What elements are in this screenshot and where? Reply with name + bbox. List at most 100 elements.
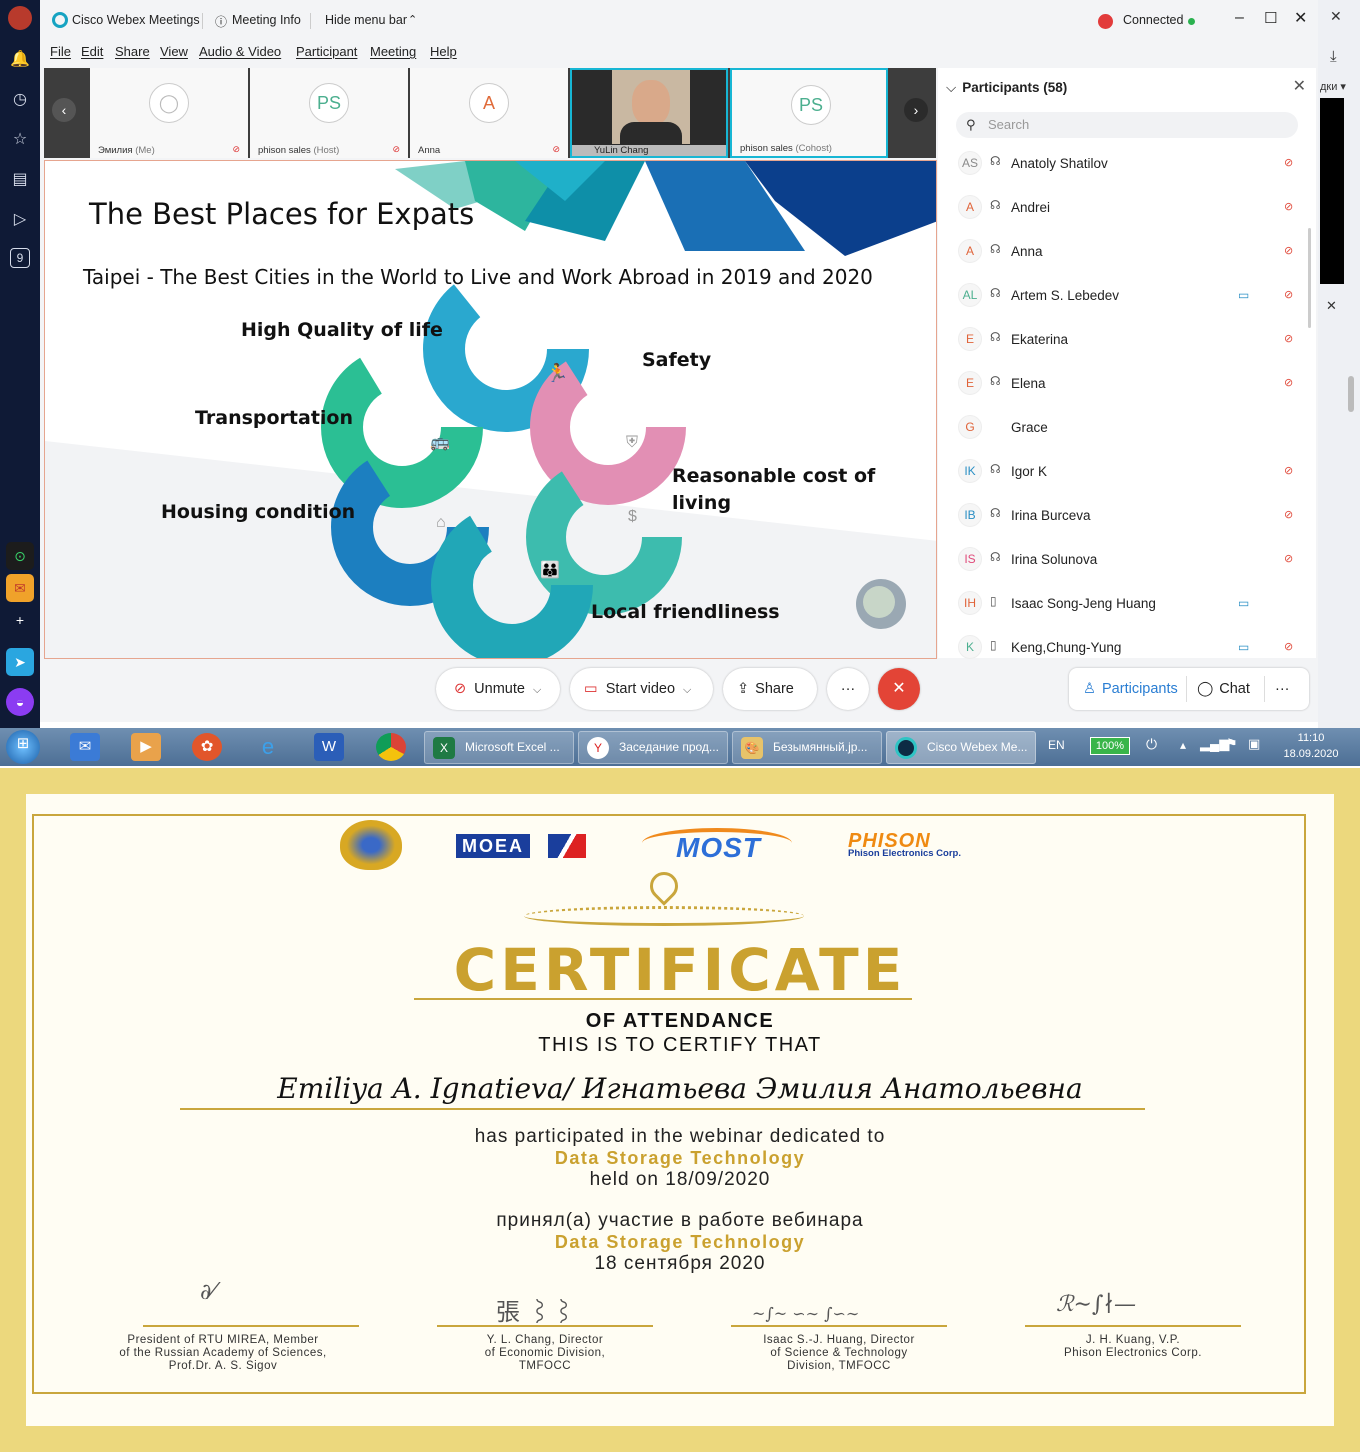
- participant-row[interactable]: AS ☊ Anatoly Shatilov ⊘: [938, 144, 1308, 188]
- taskbar-excel[interactable]: X Microsoft Excel ...: [424, 731, 574, 764]
- participant-row[interactable]: A ☊ Anna ⊘: [938, 232, 1308, 276]
- headset-icon: ☊: [990, 462, 1001, 476]
- mic-muted-icon: ⊘: [552, 144, 560, 154]
- scrollbar-thumb[interactable]: [1308, 228, 1311, 328]
- tile-caption: phison sales (Cohost): [740, 143, 832, 154]
- taskbar-webex[interactable]: Cisco Webex Me...: [886, 731, 1036, 764]
- participant-row[interactable]: IS ☊ Irina Solunova ⊘: [938, 540, 1308, 584]
- video-tile[interactable]: PS phison sales (Host) ⊘: [250, 68, 408, 158]
- webex-icon: [895, 737, 917, 759]
- participant-row[interactable]: IH ▯ Isaac Song-Jeng Huang ▭: [938, 584, 1308, 628]
- signature-line: [437, 1325, 653, 1327]
- start-button-icon[interactable]: ⊞: [6, 730, 40, 764]
- close-icon[interactable]: ✕: [1294, 8, 1307, 28]
- alice-app-icon[interactable]: ◒: [6, 688, 34, 716]
- participant-avatar: IS: [958, 547, 982, 571]
- tile-initials: A: [469, 83, 509, 123]
- chevron-left-icon[interactable]: ‹: [52, 98, 76, 122]
- close-panel-icon[interactable]: ✕: [1293, 76, 1306, 96]
- participant-row[interactable]: A ☊ Andrei ⊘: [938, 188, 1308, 232]
- close-icon[interactable]: ✕: [1330, 8, 1342, 25]
- hide-menu-bar-button[interactable]: Hide menu bar: [325, 13, 407, 27]
- label-transportation: Transportation: [195, 407, 354, 429]
- start-video-button[interactable]: ▭ Start video ⌵: [570, 668, 713, 710]
- video-tile[interactable]: A Anna ⊘: [410, 68, 568, 158]
- clock-time[interactable]: 11:10: [1276, 732, 1346, 744]
- headset-icon: ☊: [990, 154, 1001, 168]
- badge-icon[interactable]: 9: [10, 248, 30, 268]
- participant-row[interactable]: IB ☊ Irina Burceva ⊘: [938, 496, 1308, 540]
- send-app-icon[interactable]: ➤: [6, 648, 34, 676]
- apps-icon[interactable]: ✿: [192, 733, 222, 761]
- language-indicator[interactable]: EN: [1048, 738, 1065, 752]
- participant-search-input[interactable]: ⚲ Search: [956, 112, 1298, 138]
- media-player-icon[interactable]: ▶: [131, 733, 161, 761]
- menu-meeting[interactable]: Meeting: [370, 44, 416, 59]
- minimize-icon[interactable]: –: [1235, 9, 1244, 27]
- menu-help[interactable]: Help: [430, 44, 457, 59]
- divider: [310, 13, 311, 29]
- participant-row[interactable]: G Grace: [938, 408, 1308, 452]
- info-icon[interactable]: ⓘ: [215, 13, 227, 30]
- menu-file[interactable]: File: [50, 44, 71, 59]
- participant-row[interactable]: IK ☊ Igor K ⊘: [938, 452, 1308, 496]
- battery-indicator[interactable]: 100%: [1090, 737, 1130, 755]
- mail-app-icon[interactable]: ✉: [6, 574, 34, 602]
- chat-toggle[interactable]: ◯ Chat: [1197, 668, 1250, 710]
- video-tile[interactable]: PS phison sales (Cohost): [730, 68, 888, 158]
- more-options-button[interactable]: ···: [827, 668, 869, 710]
- user-avatar[interactable]: [8, 6, 32, 30]
- menu-view[interactable]: View: [160, 44, 188, 59]
- share-button[interactable]: ⇪ Share: [723, 668, 817, 710]
- participant-row[interactable]: E ☊ Ekaterina ⊘: [938, 320, 1308, 364]
- dark-region: [1320, 98, 1344, 284]
- chevron-down-icon: ⌵: [532, 684, 542, 696]
- menu-participant[interactable]: Participant: [296, 44, 357, 59]
- network-icon[interactable]: ▣: [1248, 736, 1260, 752]
- label-quality: High Quality of life: [241, 319, 443, 341]
- chevron-right-icon[interactable]: ›: [904, 98, 928, 122]
- slide-subtitle: Taipei - The Best Cities in the World to…: [83, 265, 873, 289]
- flag-icon[interactable]: ⚑: [1226, 736, 1238, 752]
- camera-app-icon[interactable]: ⊙: [6, 542, 34, 570]
- unmute-button[interactable]: ⊘ Unmute ⌵: [436, 668, 560, 710]
- maximize-icon[interactable]: ☐: [1264, 9, 1277, 27]
- bell-icon[interactable]: 🔔: [8, 48, 32, 72]
- internet-explorer-icon[interactable]: e: [253, 733, 283, 761]
- signature-line: [1025, 1325, 1241, 1327]
- mail-icon[interactable]: ✉: [70, 733, 100, 761]
- download-icon[interactable]: ⤓: [1330, 48, 1337, 65]
- participants-toggle[interactable]: ♙ Participants: [1083, 668, 1178, 710]
- star-icon[interactable]: ☆: [8, 128, 32, 152]
- more-panels-button[interactable]: ···: [1275, 668, 1290, 710]
- participants-heading[interactable]: ⌵ Participants (58): [946, 80, 1067, 96]
- mic-muted-icon: ⊘: [1284, 333, 1294, 345]
- video-tile-active[interactable]: YuLin Chang: [570, 68, 728, 158]
- power-plug-icon[interactable]: ⏻: [1146, 736, 1157, 753]
- close-icon[interactable]: ✕: [1326, 298, 1337, 314]
- notes-icon[interactable]: ▤: [8, 168, 32, 192]
- taskbar-browser[interactable]: Y Заседание прод...: [578, 731, 728, 764]
- menu-audio-video[interactable]: Audio & Video: [199, 44, 281, 59]
- participant-row[interactable]: E ☊ Elena ⊘: [938, 364, 1308, 408]
- meeting-info-button[interactable]: Meeting Info: [232, 13, 301, 27]
- scrollbar-thumb[interactable]: [1348, 376, 1354, 412]
- chrome-icon[interactable]: [376, 733, 406, 761]
- certify-line: THIS IS TO CERTIFY THAT: [538, 1034, 822, 1056]
- add-icon[interactable]: +: [6, 606, 34, 634]
- menu-edit[interactable]: Edit: [81, 44, 103, 59]
- signal-icon[interactable]: ▂▄▆: [1200, 736, 1229, 752]
- word-icon[interactable]: W: [314, 733, 344, 761]
- ornament-flourish: [454, 866, 874, 932]
- menu-share[interactable]: Share: [115, 44, 150, 59]
- chevron-up-icon[interactable]: ⌃: [408, 13, 417, 26]
- leave-meeting-button[interactable]: ✕: [878, 668, 920, 710]
- chevron-up-icon[interactable]: ▴: [1180, 738, 1186, 752]
- participant-avatar: G: [958, 415, 982, 439]
- participant-row[interactable]: AL ☊ Artem S. Lebedev ▭ ⊘: [938, 276, 1308, 320]
- video-tile[interactable]: ◯ Эмилия (Me) ⊘: [90, 68, 248, 158]
- clock-icon[interactable]: ◷: [8, 88, 32, 112]
- clock-date[interactable]: 18.09.2020: [1276, 748, 1346, 760]
- taskbar-paint[interactable]: 🎨 Безымянный.jp...: [732, 731, 882, 764]
- play-icon[interactable]: ▷: [8, 208, 32, 232]
